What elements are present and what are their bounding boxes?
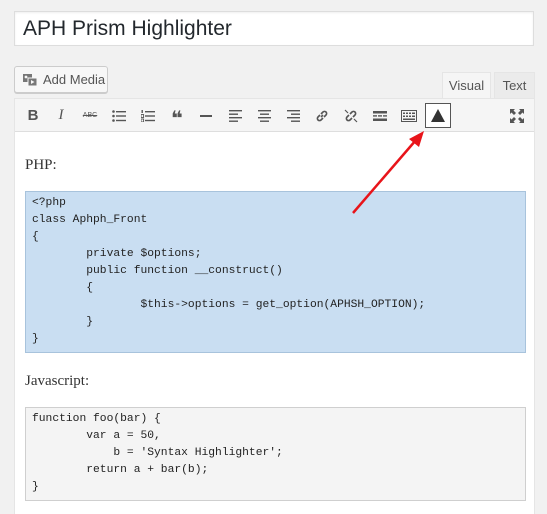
bold-button[interactable]: B (20, 103, 46, 128)
fullscreen-button[interactable] (504, 103, 530, 128)
bold-icon: B (27, 107, 39, 124)
post-title-input[interactable] (14, 11, 534, 46)
fullscreen-icon (510, 108, 524, 123)
numbered-list-icon (141, 109, 155, 122)
editor-area: B I ABC ❝ PHP: <?php class Aphph_Front {… (14, 98, 535, 514)
media-icon (22, 72, 38, 88)
align-right-icon (286, 109, 300, 122)
toolbar-toggle-button[interactable] (396, 103, 422, 128)
italic-button[interactable]: I (48, 103, 74, 128)
tab-text[interactable]: Text (494, 72, 535, 98)
horizontal-line-button[interactable] (193, 103, 219, 128)
align-right-button[interactable] (280, 103, 306, 128)
strikethrough-button[interactable]: ABC (77, 103, 103, 128)
prism-highlighter-icon (431, 109, 445, 122)
add-media-button[interactable]: Add Media (14, 66, 108, 93)
php-heading: PHP: (25, 157, 57, 173)
italic-icon: I (58, 107, 64, 123)
remove-link-button[interactable] (338, 103, 364, 128)
strikethrough-icon: ABC (82, 112, 98, 119)
align-center-icon (257, 109, 271, 122)
php-code-block[interactable]: <?php class Aphph_Front { private $optio… (25, 191, 526, 353)
javascript-heading: Javascript: (25, 373, 90, 389)
align-left-icon (228, 109, 242, 122)
editor-toolbar: B I ABC ❝ (15, 99, 534, 132)
bulleted-list-button[interactable] (106, 103, 132, 128)
javascript-code-block[interactable]: function foo(bar) { var a = 50, b = 'Syn… (25, 407, 526, 501)
read-more-icon (373, 110, 387, 121)
bulleted-list-icon (112, 109, 126, 122)
numbered-list-button[interactable] (135, 103, 161, 128)
tab-visual[interactable]: Visual (442, 72, 491, 98)
insert-link-icon (316, 110, 328, 121)
align-left-button[interactable] (222, 103, 248, 128)
read-more-button[interactable] (367, 103, 393, 128)
prism-highlighter-button[interactable] (425, 103, 451, 128)
horizontal-line-icon (200, 114, 212, 117)
remove-link-icon (344, 109, 358, 122)
toolbar-toggle-icon (401, 109, 417, 122)
align-center-button[interactable] (251, 103, 277, 128)
insert-link-button[interactable] (309, 103, 335, 128)
add-media-label: Add Media (43, 72, 106, 87)
blockquote-icon: ❝ (171, 108, 183, 130)
blockquote-button[interactable]: ❝ (164, 103, 190, 130)
